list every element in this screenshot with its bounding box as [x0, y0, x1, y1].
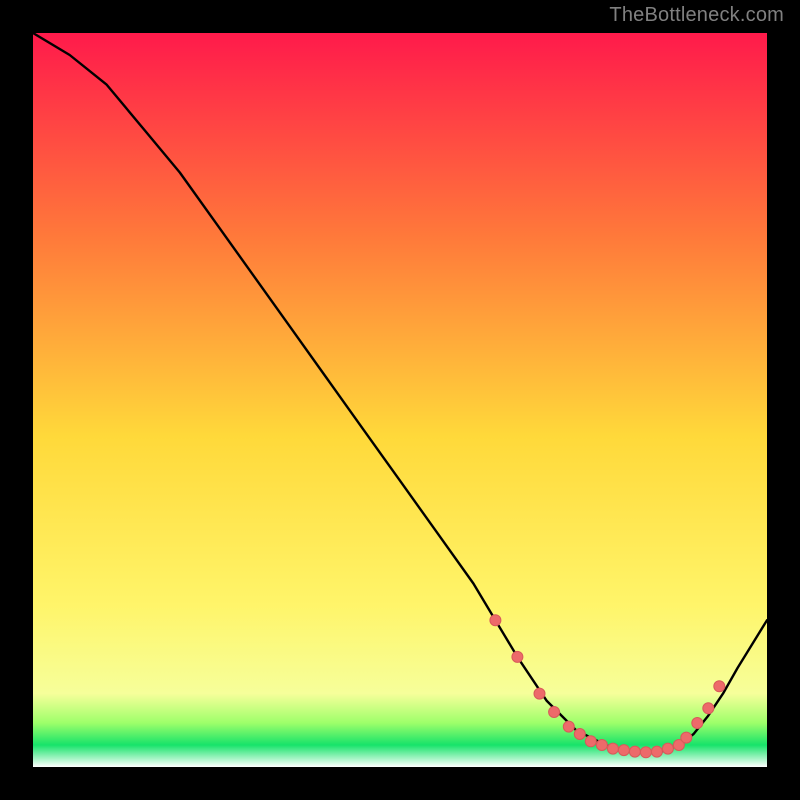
valley-marker [574, 729, 585, 740]
valley-marker [662, 743, 673, 754]
valley-marker [714, 681, 725, 692]
valley-marker [512, 651, 523, 662]
gradient-background [33, 33, 767, 767]
valley-marker [629, 746, 640, 757]
valley-marker [640, 747, 651, 758]
valley-marker [681, 732, 692, 743]
valley-marker [692, 718, 703, 729]
valley-marker [596, 740, 607, 751]
valley-marker [585, 736, 596, 747]
valley-marker [618, 745, 629, 756]
valley-marker [651, 746, 662, 757]
valley-marker [563, 721, 574, 732]
chart-stage: TheBottleneck.com [0, 0, 800, 800]
valley-marker [490, 615, 501, 626]
valley-marker [703, 703, 714, 714]
watermark-label: TheBottleneck.com [609, 4, 784, 27]
plot-area [33, 33, 767, 767]
valley-marker [549, 707, 560, 718]
chart-svg [33, 33, 767, 767]
valley-marker [534, 688, 545, 699]
valley-marker [607, 743, 618, 754]
